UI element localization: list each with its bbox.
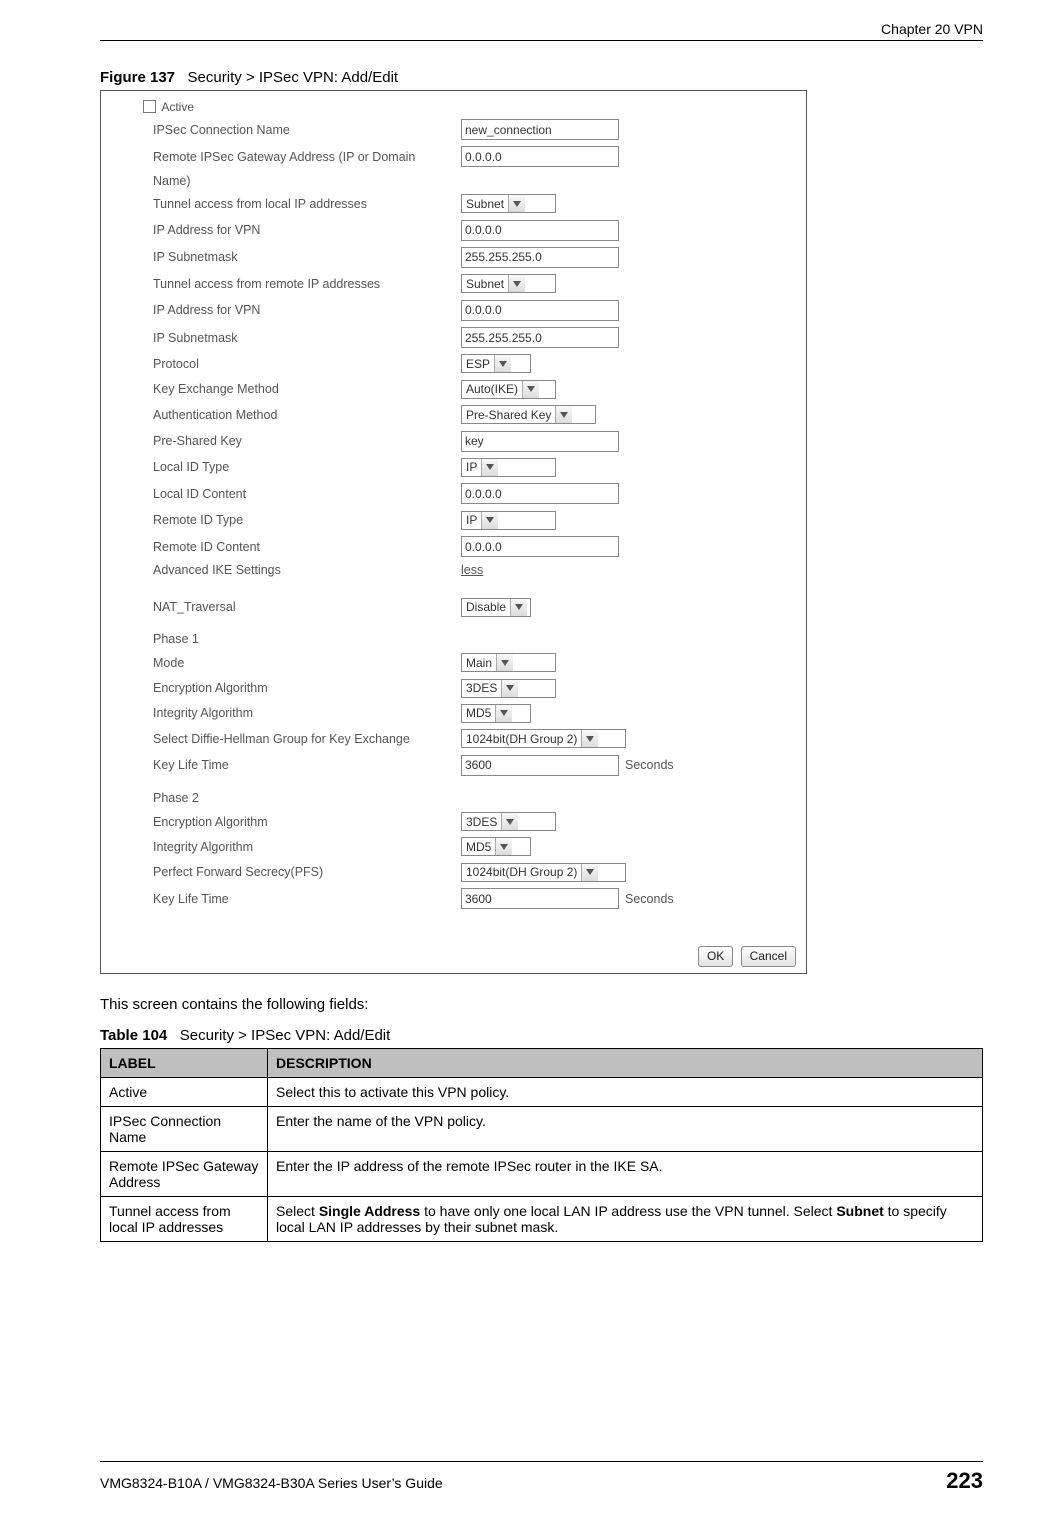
chapter-header: Chapter 20 VPN [871, 21, 983, 37]
chevron-down-icon [494, 355, 511, 372]
select-input[interactable]: ESP [461, 354, 531, 373]
active-label: Active [161, 100, 194, 114]
body-text: This screen contains the following field… [100, 996, 983, 1013]
active-checkbox[interactable] [143, 100, 156, 113]
form-label: Integrity Algorithm [149, 701, 457, 726]
table-row: IPSec Connection Name Enter the name of … [101, 1107, 983, 1152]
phase1-header: Phase 1 [149, 620, 788, 650]
select-input[interactable]: MD5 [461, 837, 531, 856]
chevron-down-icon [496, 654, 513, 671]
form-label: Pre-Shared Key [149, 427, 457, 454]
form-label: IP Address for VPN [149, 216, 457, 243]
form-label: Advanced IKE Settings [149, 560, 457, 580]
page-number: 223 [946, 1468, 983, 1494]
figure-number: Figure 137 [100, 69, 175, 86]
select-input[interactable]: Pre-Shared Key [461, 405, 596, 424]
table-caption: Table 104 Security > IPSec VPN: Add/Edit [100, 1027, 983, 1044]
select-input[interactable]: 1024bit(DH Group 2) [461, 863, 626, 882]
table-row: Active Select this to activate this VPN … [101, 1078, 983, 1107]
chevron-down-icon [481, 459, 498, 476]
nat-traversal-select[interactable]: Disable [461, 598, 531, 617]
chevron-down-icon [508, 195, 525, 212]
ok-button[interactable]: OK [698, 946, 733, 967]
form-label: Key Life Time [149, 885, 457, 912]
form-label: IP Subnetmask [149, 324, 457, 351]
form-label: Local ID Type [149, 455, 457, 480]
form-label: Perfect Forward Secrecy(PFS) [149, 860, 457, 885]
select-input[interactable]: IP [461, 458, 556, 477]
chevron-down-icon [495, 705, 512, 722]
text-input[interactable] [461, 300, 619, 321]
chevron-down-icon [495, 838, 512, 855]
select-input[interactable]: Subnet [461, 274, 556, 293]
select-input[interactable]: 3DES [461, 679, 556, 698]
select-input[interactable]: Subnet [461, 194, 556, 213]
footer-guide-name: VMG8324-B10A / VMG8324-B30A Series User’… [100, 1475, 443, 1491]
form-label: Tunnel access from remote IP addresses [149, 271, 457, 296]
text-input[interactable] [461, 119, 619, 140]
figure-caption: Figure 137 Security > IPSec VPN: Add/Edi… [100, 69, 983, 86]
form-label: Remote IPSec Gateway Address (IP or Doma… [149, 143, 457, 170]
less-link[interactable]: less [461, 563, 483, 577]
text-input[interactable] [461, 220, 619, 241]
form-label: Remote ID Content [149, 533, 457, 560]
select-input[interactable]: MD5 [461, 704, 531, 723]
unit-label: Seconds [625, 892, 674, 906]
form-label: Integrity Algorithm [149, 834, 457, 859]
form-label: Local ID Content [149, 480, 457, 507]
select-input[interactable]: 1024bit(DH Group 2) [461, 729, 626, 748]
chevron-down-icon [501, 680, 518, 697]
table-head-label: LABEL [101, 1049, 268, 1078]
chevron-down-icon [501, 813, 518, 830]
select-input[interactable]: Auto(IKE) [461, 380, 556, 399]
form-label: Tunnel access from local IP addresses [149, 191, 457, 216]
form-label: IP Address for VPN [149, 296, 457, 323]
text-input[interactable] [461, 327, 619, 348]
select-input[interactable]: 3DES [461, 812, 556, 831]
text-input[interactable] [461, 247, 619, 268]
text-input[interactable] [461, 888, 619, 909]
form-label: Name) [149, 171, 457, 191]
text-input[interactable] [461, 431, 619, 452]
form-label: Remote ID Type [149, 507, 457, 532]
form-label: Encryption Algorithm [149, 675, 457, 700]
form-label: Key Life Time [149, 751, 457, 778]
select-input[interactable]: IP [461, 511, 556, 530]
table-head-desc: DESCRIPTION [268, 1049, 983, 1078]
chevron-down-icon [555, 406, 572, 423]
chevron-down-icon [510, 599, 527, 616]
form-label: Key Exchange Method [149, 377, 457, 402]
form-label: Authentication Method [149, 402, 457, 427]
form-label: IP Subnetmask [149, 244, 457, 271]
form-label: IPSec Connection Name [149, 116, 457, 143]
chevron-down-icon [508, 275, 525, 292]
text-input[interactable] [461, 536, 619, 557]
table-row: Remote IPSec Gateway Address Enter the I… [101, 1152, 983, 1197]
figure-screenshot: Active IPSec Connection NameRemote IPSec… [100, 90, 807, 974]
phase2-header: Phase 2 [149, 779, 788, 809]
form-label: Mode [149, 650, 457, 675]
text-input[interactable] [461, 755, 619, 776]
description-table: LABEL DESCRIPTION Active Select this to … [100, 1048, 983, 1242]
form-label: Select Diffie-Hellman Group for Key Exch… [149, 726, 457, 751]
nat-traversal-label: NAT_Traversal [149, 595, 457, 620]
chevron-down-icon [522, 381, 539, 398]
cancel-button[interactable]: Cancel [741, 946, 796, 967]
table-number: Table 104 [100, 1027, 167, 1044]
form-label: Protocol [149, 351, 457, 376]
select-input[interactable]: Main [461, 653, 556, 672]
chevron-down-icon [481, 512, 498, 529]
table-title: Security > IPSec VPN: Add/Edit [180, 1027, 391, 1044]
table-row: Tunnel access from local IP addresses Se… [101, 1197, 983, 1242]
figure-title: Security > IPSec VPN: Add/Edit [188, 69, 399, 86]
text-input[interactable] [461, 483, 619, 504]
chevron-down-icon [581, 730, 598, 747]
text-input[interactable] [461, 146, 619, 167]
unit-label: Seconds [625, 758, 674, 772]
chevron-down-icon [581, 864, 598, 881]
form-label: Encryption Algorithm [149, 809, 457, 834]
